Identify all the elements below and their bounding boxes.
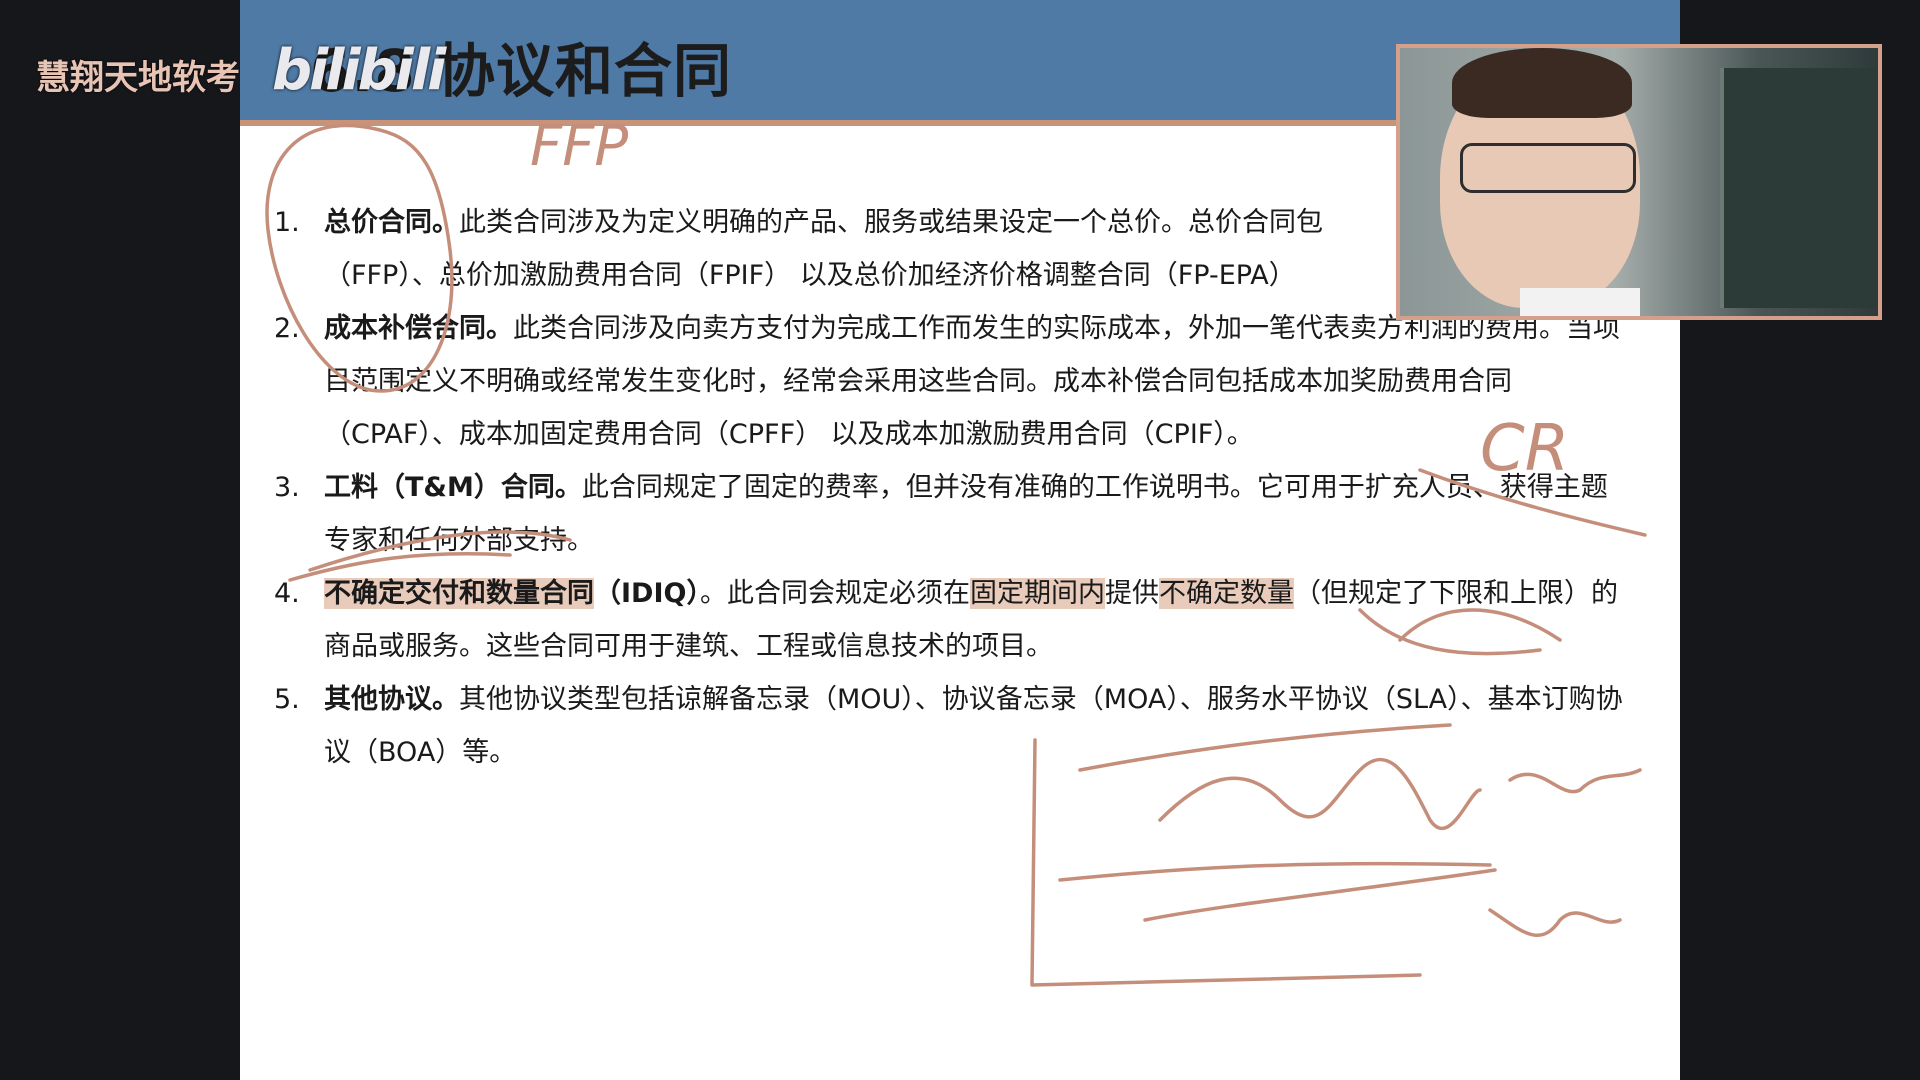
item-term: 工料（T&M）合同。 bbox=[324, 472, 582, 503]
presenter-glasses bbox=[1460, 143, 1636, 193]
item-text: 此类合同涉及向卖方支付为完成工作而发生的实际成本，外加一笔代表卖方利润的费用。当… bbox=[324, 313, 1620, 450]
presenter-shirt bbox=[1520, 288, 1640, 316]
item-number: 2. bbox=[274, 313, 300, 344]
bilibili-logo: bilibili bbox=[272, 38, 446, 103]
item-text: 提供 bbox=[1104, 578, 1159, 609]
webcam-board bbox=[1720, 68, 1878, 308]
item-number: 4. bbox=[274, 578, 300, 609]
item-term: 总价合同。 bbox=[324, 207, 459, 238]
item-text: 此类合同涉及为定义明确的产品、服务或结果设定一个总价。总价合同包 bbox=[459, 207, 1323, 238]
item-term-highlighted: 不确定交付和数量合同 bbox=[324, 578, 594, 609]
item-number: 3. bbox=[274, 472, 300, 503]
item-term: 成本补偿合同。 bbox=[324, 313, 513, 344]
highlight-indefinite-quantity: 不确定数量 bbox=[1158, 578, 1294, 609]
list-item-time-and-material: 3. 工料（T&M）合同。此合同规定了固定的费率，但并没有准确的工作说明书。它可… bbox=[274, 461, 1624, 567]
list-item-idiq: 4. 不确定交付和数量合同（IDIQ）。此合同会规定必须在固定期间内提供不确定数… bbox=[274, 567, 1624, 673]
item-text-line2: （FFP）、总价加激励费用合同（FPIF） 以及总价加经济价格调整合同（FP-E… bbox=[324, 260, 1296, 291]
screen: 6.8 协议和合同 1. 总价合同。此类合同涉及为定义明确的产品、服务或结果设定… bbox=[0, 0, 1920, 1080]
item-number: 5. bbox=[274, 684, 300, 715]
presenter-hair bbox=[1452, 48, 1632, 118]
channel-logo: 慧翔天地软考 bbox=[36, 58, 240, 98]
item-term: 其他协议。 bbox=[324, 684, 459, 715]
highlight-fixed-period: 固定期间内 bbox=[969, 578, 1105, 609]
item-text: 。此合同会规定必须在 bbox=[699, 578, 970, 609]
item-term-suffix: （IDIQ） bbox=[594, 578, 700, 609]
item-number: 1. bbox=[274, 207, 300, 238]
item-text: 其他协议类型包括谅解备忘录（MOU）、协议备忘录（MOA）、服务水平协议（SLA… bbox=[324, 684, 1623, 768]
list-item-other-agreements: 5. 其他协议。其他协议类型包括谅解备忘录（MOU）、协议备忘录（MOA）、服务… bbox=[274, 673, 1624, 779]
list-item-cost-reimbursable: 2. 成本补偿合同。此类合同涉及向卖方支付为完成工作而发生的实际成本，外加一笔代… bbox=[274, 302, 1624, 461]
presenter-video-icon bbox=[1396, 44, 1882, 320]
